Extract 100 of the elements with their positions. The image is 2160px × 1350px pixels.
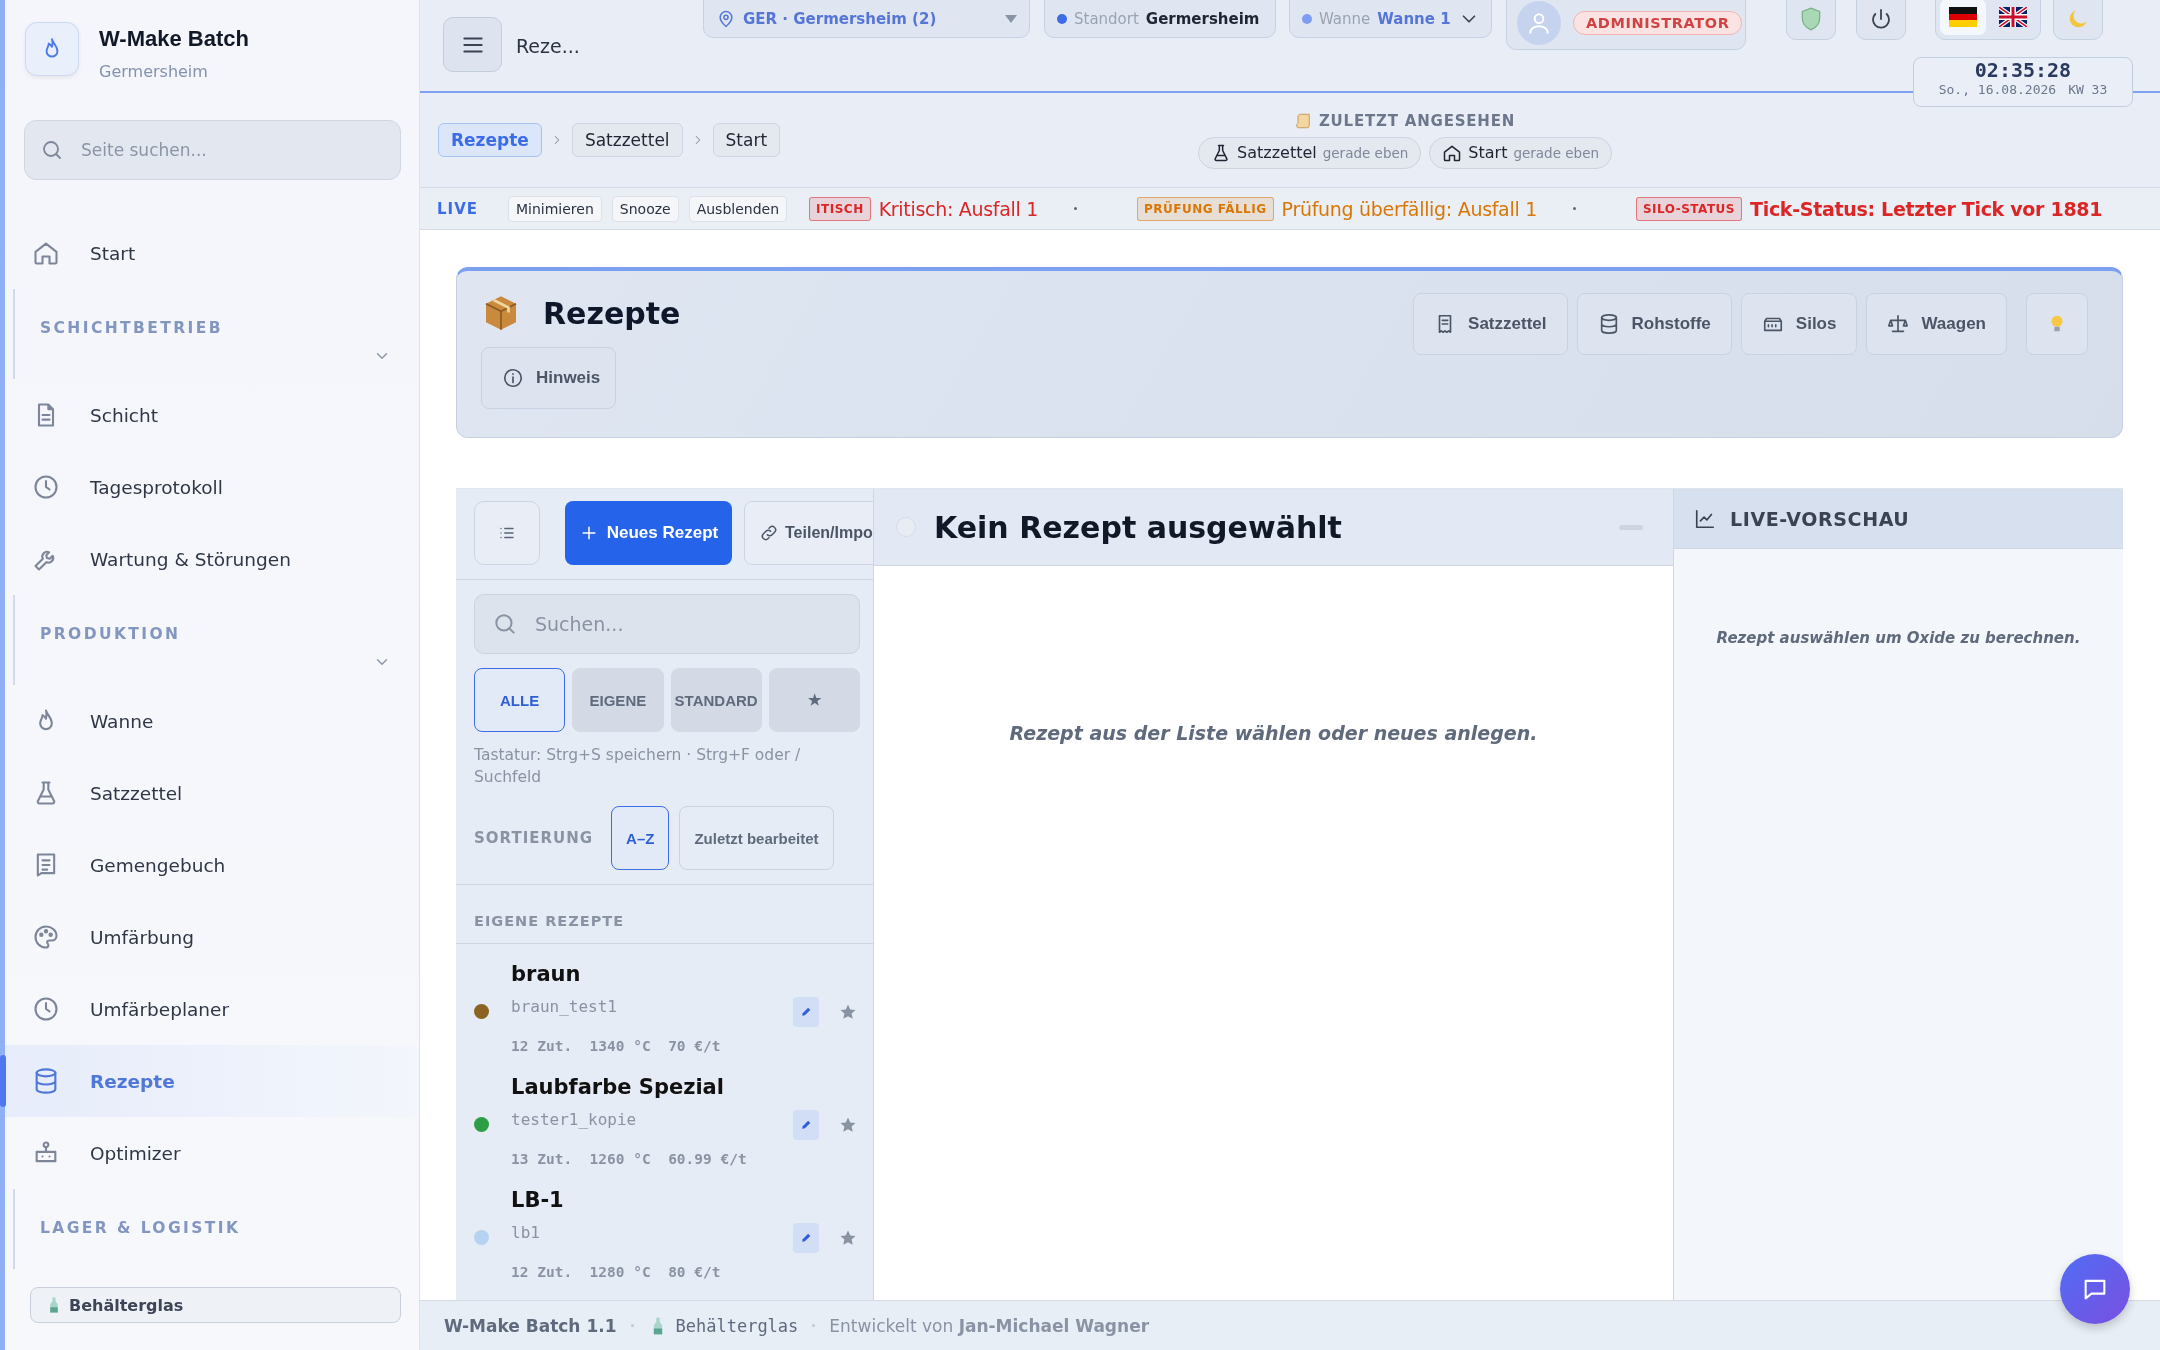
recipe-item[interactable]: braun braun_test1 12 Zut. 1340 °C 70 €/t <box>456 948 873 1061</box>
alert-tag: ITISCH <box>809 196 871 221</box>
power-button[interactable] <box>1856 0 1906 40</box>
app-title: W-Make Batch <box>99 26 249 52</box>
recent-chip[interactable]: Satzzettel gerade eben <box>1198 136 1422 169</box>
nav-shortcut[interactable]: Silos <box>1740 293 1858 355</box>
clock-icon <box>32 995 60 1023</box>
group-heading: EIGENE REZEPTE <box>456 884 873 944</box>
nav-item[interactable]: Wartung & Störungen <box>5 523 419 595</box>
status-dot <box>1302 14 1312 24</box>
ticker-button[interactable]: Minimieren <box>508 195 602 222</box>
search-icon <box>40 138 64 162</box>
scroll-icon <box>1294 111 1313 130</box>
recent-heading: ZULETZT ANGESEHEN <box>1318 111 1516 130</box>
recipe-name: braun <box>511 962 582 988</box>
app-logo <box>25 22 79 76</box>
flask-icon <box>1211 142 1231 163</box>
nav-item[interactable]: Satzzettel <box>5 757 419 829</box>
recipe-code: tester1_kopie <box>511 1110 638 1131</box>
alert-text: Kritisch: Ausfall 1 <box>878 197 1039 220</box>
section-heading: LAGER & LOGISTIK <box>40 1219 242 1237</box>
search-icon <box>492 611 518 637</box>
british-flag-icon[interactable] <box>1999 7 2027 27</box>
nav-shortcut[interactable]: Satzzettel <box>1413 293 1568 355</box>
filter-tab[interactable]: ★ <box>768 668 860 732</box>
recipe-item[interactable]: Laubfarbe Spezial tester1_kopie 13 Zut. 1260 °C 60.99 €/t <box>456 1061 873 1174</box>
palette-icon <box>32 923 60 951</box>
power-icon <box>1869 7 1893 31</box>
filter-tab[interactable]: STANDARD <box>670 668 762 732</box>
recent-chip[interactable]: Start gerade eben <box>1429 136 1613 169</box>
edit-button[interactable] <box>793 996 819 1027</box>
hint-button[interactable]: Hinweis <box>481 347 616 409</box>
editor-title: Kein Rezept ausgewählt <box>934 509 1342 545</box>
recipe-meta: 12 Zut. 1340 °C 70 €/t <box>511 1038 722 1056</box>
pencil-icon <box>799 1118 813 1131</box>
developer-credit: Entwickelt von Jan-Michael Wagner <box>829 1315 1150 1336</box>
german-flag-icon[interactable] <box>1949 7 1977 27</box>
user-menu[interactable]: ADMINISTRATOR <box>1506 0 1746 50</box>
nav-item[interactable]: Wanne <box>5 685 419 757</box>
section-heading: SCHICHTBETRIEB <box>40 319 224 337</box>
sort-label: SORTIERUNG <box>474 829 594 847</box>
breadcrumb[interactable]: Start <box>712 123 781 157</box>
breadcrumb[interactable]: Rezepte <box>438 123 542 157</box>
pencil-icon <box>799 1005 813 1018</box>
page-title: Reze... <box>516 35 581 57</box>
share-button[interactable]: Teilen/Impo <box>744 501 873 565</box>
search-field[interactable]: Suchen... <box>474 594 860 654</box>
ticker-button[interactable]: Snooze <box>611 195 679 222</box>
alert-text: Tick-Status: Letzter Tick vor 1881 <box>1750 197 2103 220</box>
nav-item[interactable]: Umfärbung <box>5 901 419 973</box>
nav-item[interactable]: Schicht <box>5 379 419 451</box>
material-label: Behälterglas <box>675 1315 799 1336</box>
role-badge: ADMINISTRATOR <box>1573 11 1743 35</box>
info-icon <box>502 367 524 389</box>
alert-tag: PRÜFUNG FÄLLIG <box>1137 196 1274 221</box>
recipe-item[interactable]: LB-1 lb1 12 Zut. 1280 °C 80 €/t <box>456 1174 873 1287</box>
edit-button[interactable] <box>793 1222 819 1253</box>
user-icon <box>1526 10 1552 36</box>
recipe-meta: 13 Zut. 1260 °C 60.99 €/t <box>511 1151 748 1169</box>
caret-icon <box>1005 15 1017 23</box>
alert-tag: SILO-STATUS <box>1635 196 1742 221</box>
security-button[interactable] <box>1786 0 1836 40</box>
pencil-icon <box>799 1231 813 1244</box>
material-button[interactable]: Behälterglas <box>30 1287 401 1323</box>
section-heading: PRODUKTION <box>40 625 182 643</box>
nav-item[interactable]: Optimizer <box>5 1117 419 1189</box>
nav-item[interactable]: Tagesprotokoll <box>5 451 419 523</box>
breadcrumb[interactable]: Satzzettel <box>571 123 683 157</box>
empty-message: Rezept aus der Liste wählen oder neues anlegen. <box>1008 722 1539 744</box>
empty-message: Rezept auswählen um Oxide zu berechnen. <box>1715 629 2082 647</box>
recipe-meta: 12 Zut. 1280 °C 80 €/t <box>511 1264 722 1282</box>
clock: 02:35:28 So., 16.08.2026 KW 33 <box>1913 57 2133 107</box>
nav-item[interactable]: Gemengebuch <box>5 829 419 901</box>
clock-icon <box>32 473 60 501</box>
status-dot <box>1057 14 1067 24</box>
menu-button[interactable] <box>443 17 502 72</box>
link-icon <box>759 523 779 543</box>
nav-item[interactable]: Start <box>5 217 419 289</box>
chart-icon <box>1694 507 1716 530</box>
app-subtitle: Germersheim <box>99 62 209 81</box>
filter-tab[interactable]: EIGENE <box>572 668 664 732</box>
scale-icon <box>1887 313 1910 335</box>
ticker-button[interactable]: Ausblenden <box>688 195 788 222</box>
new-recipe-button[interactable]: Neues Rezept <box>565 501 732 565</box>
nav-item[interactable]: Umfärbeplaner <box>5 973 419 1045</box>
recipe-code: braun_test1 <box>511 997 618 1018</box>
recipe-name: Laubfarbe Spezial <box>511 1075 725 1101</box>
pin-icon <box>716 9 736 29</box>
recipe-name: LB-1 <box>511 1188 565 1214</box>
filter-tab[interactable]: ALLE <box>474 668 566 732</box>
nav-shortcut[interactable]: Waagen <box>1866 293 2007 355</box>
app-version: W-Make Batch 1.1 <box>444 1315 617 1336</box>
preview-title: LIVE-VORSCHAU <box>1730 507 1910 530</box>
nav-shortcut[interactable]: Rohstoffe <box>1576 293 1732 355</box>
edit-button[interactable] <box>793 1109 819 1140</box>
live-label: LIVE <box>437 199 478 218</box>
sort-option[interactable]: Zuletzt bearbeitet <box>679 806 834 870</box>
sort-option[interactable]: A–Z <box>611 806 670 870</box>
search-field[interactable]: Seite suchen... <box>24 120 401 180</box>
site-selector[interactable]: Standort Germersheim <box>1044 0 1276 38</box>
